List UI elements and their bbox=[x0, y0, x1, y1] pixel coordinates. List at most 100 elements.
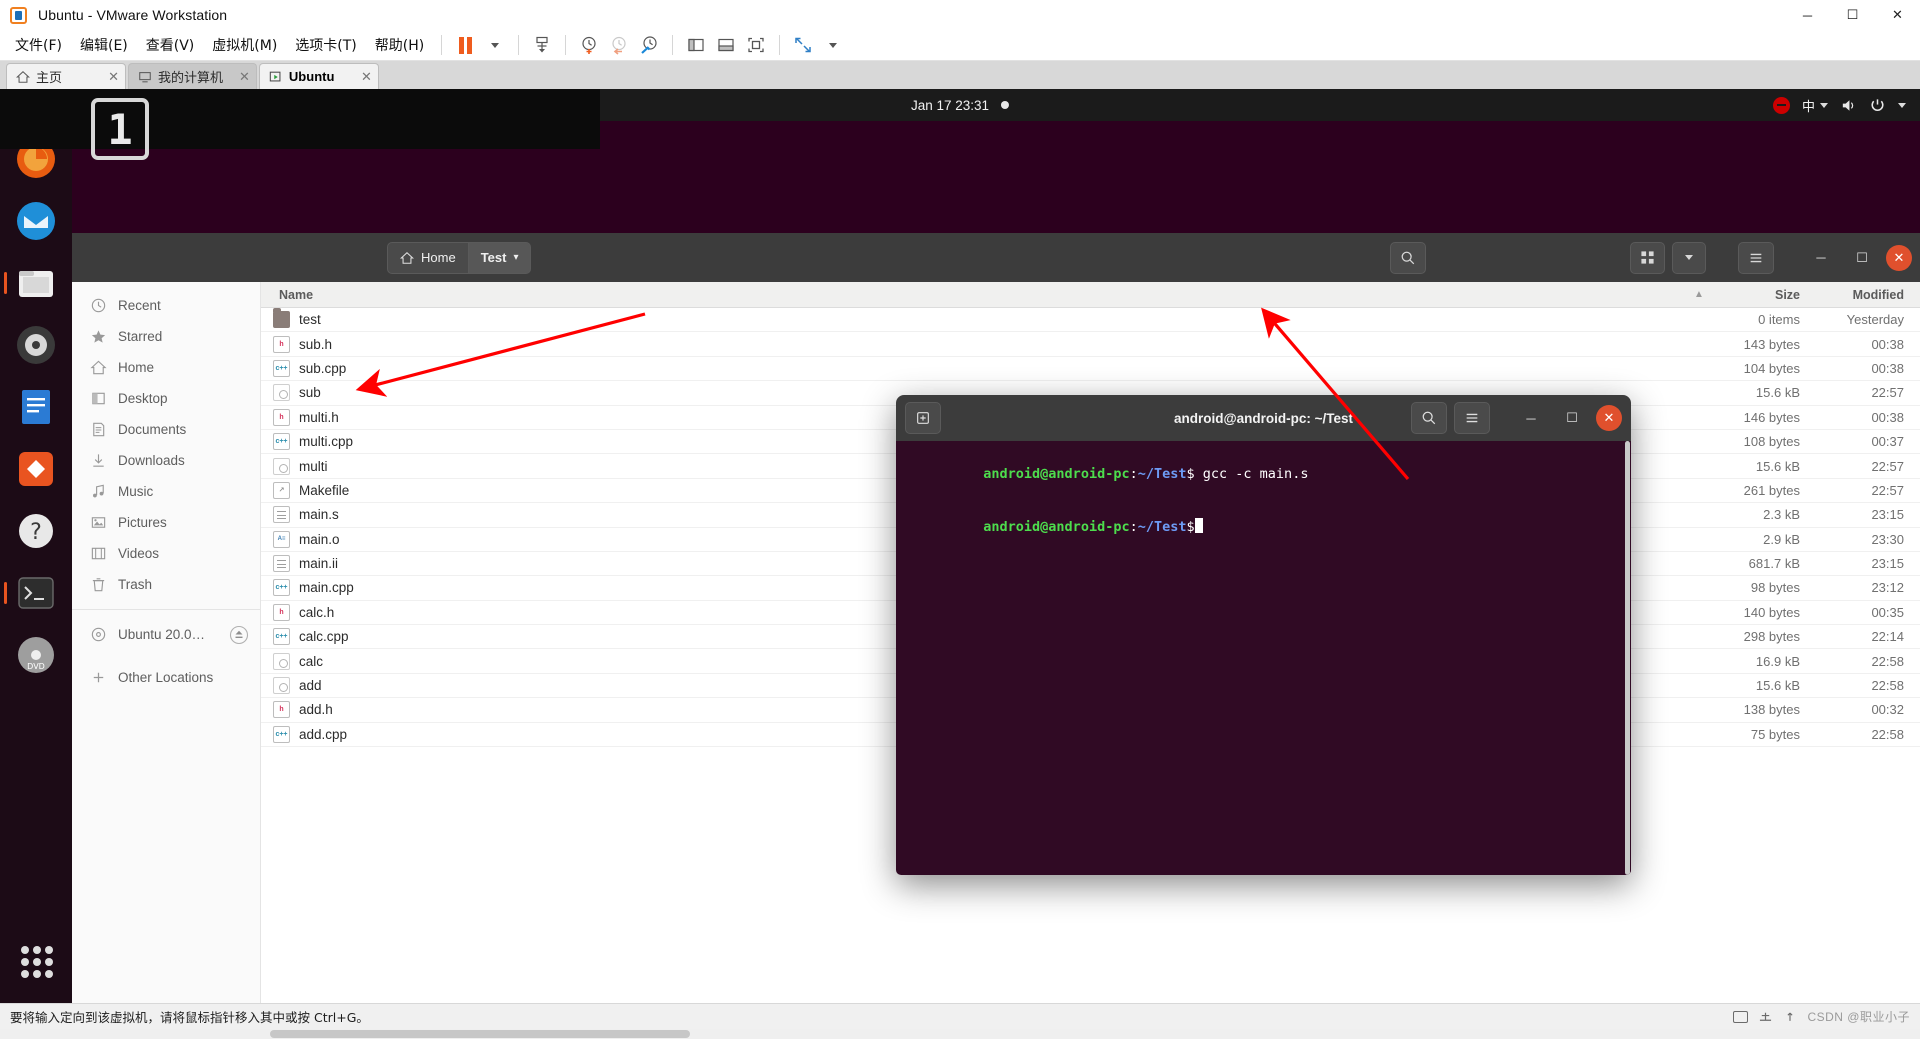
table-row[interactable]: c++ sub.cpp 104 bytes 00:38 bbox=[261, 357, 1920, 382]
dock-rhythmbox[interactable] bbox=[12, 321, 60, 369]
fullscreen-button[interactable] bbox=[788, 32, 818, 58]
nautilus-minimize-button[interactable]: ─ bbox=[1804, 243, 1838, 273]
computer-icon bbox=[139, 71, 151, 82]
sidebar-item-downloads[interactable]: Downloads bbox=[72, 445, 260, 476]
power-dropdown[interactable] bbox=[480, 32, 510, 58]
sidebar-item-pictures[interactable]: Pictures bbox=[72, 507, 260, 538]
sidebar-item-music[interactable]: Music bbox=[72, 476, 260, 507]
eject-icon[interactable] bbox=[229, 625, 249, 645]
show-thumbnails-button[interactable] bbox=[711, 32, 741, 58]
record-indicator-icon[interactable] bbox=[1772, 96, 1790, 114]
display-icon[interactable] bbox=[1733, 1010, 1749, 1023]
manage-snapshot-button[interactable] bbox=[527, 32, 557, 58]
panel-bottom-icon bbox=[718, 38, 734, 52]
view-grid-button[interactable] bbox=[1630, 241, 1665, 274]
nautilus-maximize-button[interactable]: ☐ bbox=[1845, 243, 1879, 273]
tab-home-close[interactable]: ✕ bbox=[98, 69, 119, 85]
terminal-close-button[interactable]: ✕ bbox=[1596, 405, 1622, 431]
system-indicators[interactable]: 中 bbox=[1772, 96, 1920, 115]
dock-dvd[interactable]: DVD bbox=[12, 631, 60, 679]
menu-file[interactable]: 文件(F) bbox=[6, 31, 71, 59]
chevron-down-icon[interactable] bbox=[1898, 102, 1906, 108]
dock-files[interactable] bbox=[12, 259, 60, 307]
nautilus-close-button[interactable]: ✕ bbox=[1886, 244, 1912, 271]
tab-home[interactable]: 主页 ✕ bbox=[6, 63, 126, 89]
menu-view[interactable]: 查看(V) bbox=[137, 31, 204, 59]
show-library-button[interactable] bbox=[681, 32, 711, 58]
file-modified-cell: 00:38 bbox=[1871, 360, 1904, 376]
snapshot-manager-button[interactable] bbox=[634, 32, 664, 58]
take-snapshot-button[interactable] bbox=[574, 32, 604, 58]
sidebar-item-documents[interactable]: Documents bbox=[72, 414, 260, 445]
snapshot-add-icon bbox=[582, 36, 596, 54]
minimize-button[interactable]: ─ bbox=[1785, 0, 1830, 30]
menu-tabs[interactable]: 选项卡(T) bbox=[286, 31, 365, 59]
dock-libreoffice-writer[interactable] bbox=[12, 383, 60, 431]
terminal-menu-button[interactable] bbox=[1454, 402, 1490, 434]
sidebar-item-ubuntu-disc[interactable]: Ubuntu 20.0… bbox=[72, 619, 260, 650]
revert-snapshot-button[interactable] bbox=[604, 32, 634, 58]
menu-edit[interactable]: 编辑(E) bbox=[71, 31, 137, 59]
menu-help[interactable]: 帮助(H) bbox=[366, 31, 433, 59]
dock-ubuntu-software[interactable] bbox=[12, 445, 60, 493]
terminal-line: android@android-pc:~/Test$ gcc -c main.s bbox=[902, 448, 1625, 501]
breadcrumb-test[interactable]: Test ▾ bbox=[468, 241, 532, 274]
watermark-label: CSDN @职业小子 bbox=[1807, 1010, 1910, 1024]
new-tab-icon bbox=[917, 412, 929, 424]
dock-help[interactable]: ? bbox=[12, 507, 60, 555]
horizontal-scrollbar[interactable] bbox=[0, 1029, 1920, 1039]
usb-icon[interactable] bbox=[1783, 1010, 1797, 1023]
tab-my-computer[interactable]: 我的计算机 ✕ bbox=[128, 63, 257, 89]
tab-ubuntu-close[interactable]: ✕ bbox=[351, 69, 372, 85]
network-icon[interactable] bbox=[1758, 1010, 1773, 1023]
view-dropdown-button[interactable] bbox=[1672, 241, 1706, 274]
column-header-modified[interactable]: Modified bbox=[1812, 288, 1920, 302]
sidebar-item-recent[interactable]: Recent bbox=[72, 290, 260, 321]
terminal-new-tab-button[interactable] bbox=[905, 402, 941, 434]
sidebar-item-trash[interactable]: Trash bbox=[72, 569, 260, 600]
show-applications-icon[interactable] bbox=[12, 937, 60, 985]
hamburger-menu-icon bbox=[1466, 413, 1478, 423]
breadcrumb-home[interactable]: Home bbox=[387, 241, 469, 274]
volume-icon[interactable] bbox=[1840, 97, 1857, 114]
fullscreen-dropdown[interactable] bbox=[818, 32, 848, 58]
terminal-prompt-path: ~/Test bbox=[1137, 519, 1187, 535]
dock-thunderbird[interactable] bbox=[12, 197, 60, 245]
terminal-output[interactable]: android@android-pc:~/Test$ gcc -c main.s… bbox=[896, 441, 1631, 875]
dvd-disc-icon: DVD bbox=[18, 637, 54, 673]
hamburger-menu-icon bbox=[1750, 253, 1762, 262]
nautilus-search-button[interactable] bbox=[1390, 241, 1426, 274]
file-modified-cell: 22:58 bbox=[1871, 653, 1904, 669]
sort-ascending-icon[interactable]: ▲ bbox=[1686, 289, 1712, 300]
power-icon[interactable] bbox=[1869, 97, 1886, 114]
table-row[interactable]: h sub.h 143 bytes 00:38 bbox=[261, 332, 1920, 357]
show-console-button[interactable] bbox=[741, 32, 771, 58]
chevron-down-icon bbox=[1820, 102, 1828, 108]
suspend-button[interactable] bbox=[450, 32, 480, 58]
vmware-titlebar: Ubuntu - VMware Workstation ─ ☐ ✕ bbox=[0, 0, 1920, 30]
clock-menu[interactable]: Jan 17 23:31 bbox=[911, 98, 1010, 113]
terminal-maximize-button[interactable]: ☐ bbox=[1555, 403, 1589, 433]
dock-terminal[interactable] bbox=[12, 569, 60, 617]
file-list-column-headers: Name ▲ Size Modified bbox=[261, 282, 1920, 308]
terminal-search-button[interactable] bbox=[1411, 402, 1447, 434]
column-header-name[interactable]: Name bbox=[261, 288, 1686, 302]
sidebar-item-videos[interactable]: Videos bbox=[72, 538, 260, 569]
sidebar-item-other-locations[interactable]: Other Locations bbox=[72, 662, 260, 693]
terminal-scrollbar[interactable] bbox=[1624, 441, 1631, 875]
sidebar-item-desktop[interactable]: Desktop bbox=[72, 383, 260, 414]
table-row[interactable]: test 0 items Yesterday bbox=[261, 308, 1920, 333]
vmware-menubar: 文件(F) 编辑(E) 查看(V) 虚拟机(M) 选项卡(T) 帮助(H) bbox=[0, 30, 1920, 61]
close-button[interactable]: ✕ bbox=[1875, 0, 1920, 30]
terminal-minimize-button[interactable]: ─ bbox=[1514, 403, 1548, 433]
nautilus-menu-button[interactable] bbox=[1738, 241, 1774, 274]
sidebar-item-starred[interactable]: Starred bbox=[72, 321, 260, 352]
maximize-button[interactable]: ☐ bbox=[1830, 0, 1875, 30]
menu-vm[interactable]: 虚拟机(M) bbox=[203, 31, 286, 59]
column-header-size[interactable]: Size bbox=[1712, 288, 1812, 302]
binary-file-icon bbox=[273, 384, 290, 402]
sidebar-item-home[interactable]: Home bbox=[72, 352, 260, 383]
file-modified-cell: 23:30 bbox=[1871, 531, 1904, 547]
tab-my-computer-close[interactable]: ✕ bbox=[229, 69, 250, 85]
tab-ubuntu[interactable]: Ubuntu ✕ bbox=[258, 63, 379, 89]
